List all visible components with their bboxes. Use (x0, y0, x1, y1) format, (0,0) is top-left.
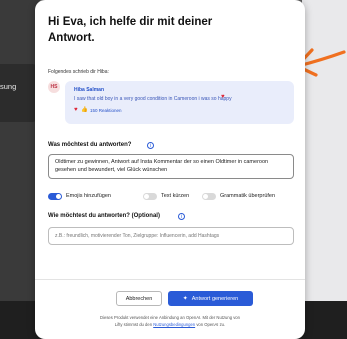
dialog-title: Hi Eva, ich helfe dir mit deiner Antwort… (48, 16, 213, 44)
reply-assistant-dialog: Hi Eva, ich helfe dir mit deiner Antwort… (35, 0, 305, 339)
emoji-toggle-label: Emojis hinzufügen (66, 193, 111, 199)
answer-question-label: Was möchtest du antworten? (48, 142, 132, 148)
message-author: Hiba Salman (74, 87, 105, 93)
heart-emoji-icon: ♥ (221, 94, 225, 100)
quoted-message: Hiba Salman I saw that old boy in a very… (65, 81, 294, 124)
answer-style-label: Wie möchtest du antworten? (Optional) (48, 213, 160, 219)
grammar-check-toggle-label: Grammatik überprüfen (220, 193, 276, 199)
avatar: HS (48, 81, 60, 93)
openai-disclaimer: Dieses Produkt verwendet eine Anbindung … (35, 314, 305, 328)
disclaimer-line-2-suffix: von OpenAI zu. (196, 322, 226, 327)
quote-label: Folgendes schrieb dir Hiba: (48, 69, 109, 75)
disclaimer-line-1: Dieses Produkt verwendet eine Anbindung … (100, 315, 240, 320)
grammar-check-toggle[interactable] (202, 193, 216, 200)
background-card (0, 64, 38, 122)
generate-answer-label: Antwort generieren (191, 295, 239, 302)
sparkle-icon: ✦ (182, 296, 188, 302)
message-text: I saw that old boy in a very good condit… (74, 96, 232, 102)
reaction-count: 150 Reaktionen (90, 108, 122, 113)
heart-reaction-icon: ♥ (74, 107, 78, 113)
background-card-label: sung (0, 82, 17, 91)
shorten-text-toggle[interactable] (143, 193, 157, 200)
answer-textarea[interactable]: Oldtimer zu gewinnen, Antwort auf Insta … (48, 154, 294, 179)
info-icon[interactable]: i (178, 213, 185, 220)
cancel-button[interactable]: Abbrechen (116, 291, 162, 306)
answer-style-input[interactable] (48, 227, 294, 245)
terms-link[interactable]: Nutzungsbedingungen (153, 322, 195, 327)
background-panel-left (0, 0, 40, 339)
info-icon[interactable]: i (147, 142, 154, 149)
shorten-text-toggle-label: Text kürzen (161, 193, 190, 199)
footer-divider (35, 279, 305, 280)
like-reaction-icon: 👍 (81, 107, 88, 113)
disclaimer-line-2-prefix: Lifty stimmst du den (114, 322, 153, 327)
generate-answer-button[interactable]: ✦ Antwort generieren (168, 291, 253, 306)
emoji-toggle[interactable] (48, 193, 62, 200)
